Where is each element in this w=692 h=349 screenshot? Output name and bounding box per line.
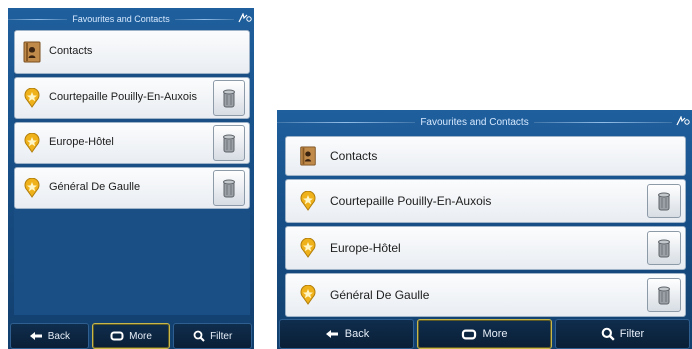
favourites-list: Contacts Courtepaille Pouilly-En-Auxois … bbox=[285, 136, 686, 317]
list-item-favourite[interactable]: Général De Gaulle bbox=[14, 167, 250, 209]
back-button[interactable]: Back bbox=[10, 323, 89, 349]
trash-icon bbox=[223, 89, 235, 108]
favourite-name: Courtepaille Pouilly-En-Auxois bbox=[330, 193, 492, 208]
star-pin-icon bbox=[15, 88, 49, 108]
trash-icon bbox=[658, 239, 670, 258]
delete-button[interactable] bbox=[647, 231, 681, 265]
button-bar: Back More Filter bbox=[8, 323, 254, 349]
more-button[interactable]: More bbox=[417, 319, 552, 349]
list-item-favourite[interactable]: Europe-Hôtel bbox=[14, 122, 250, 164]
back-arrow-icon bbox=[325, 330, 338, 338]
favourite-name: Europe-Hôtel bbox=[330, 240, 401, 255]
portrait-screen: Favourites and Contacts Contacts Courtep… bbox=[8, 8, 254, 349]
trash-icon bbox=[658, 286, 670, 305]
star-pin-icon bbox=[286, 191, 330, 211]
list-item-contacts[interactable]: Contacts bbox=[14, 30, 250, 74]
magnifier-icon bbox=[193, 330, 205, 342]
landscape-screen: Favourites and Contacts Contacts Courtep… bbox=[277, 110, 692, 349]
button-bar: Back More Filter bbox=[277, 319, 692, 349]
title-line-left bbox=[8, 18, 68, 20]
list-item-favourite[interactable]: Général De Gaulle bbox=[285, 273, 686, 317]
star-pin-icon bbox=[286, 285, 330, 305]
back-button[interactable]: Back bbox=[279, 319, 414, 349]
list-item-contacts[interactable]: Contacts bbox=[285, 136, 686, 176]
title-line-left bbox=[277, 121, 416, 123]
more-icon bbox=[110, 331, 124, 341]
favourite-name: Général De Gaulle bbox=[330, 287, 430, 302]
more-label: More bbox=[482, 328, 508, 340]
contacts-label: Contacts bbox=[49, 45, 93, 58]
delete-button[interactable] bbox=[213, 125, 245, 161]
trash-icon bbox=[658, 192, 670, 211]
list-item-favourite[interactable]: Courtepaille Pouilly-En-Auxois bbox=[14, 77, 250, 119]
magnifier-icon bbox=[601, 327, 615, 341]
gps-status-icon bbox=[676, 115, 690, 128]
filter-button[interactable]: Filter bbox=[555, 319, 690, 349]
back-arrow-icon bbox=[29, 332, 42, 340]
favourite-name: Courtepaille Pouilly-En-Auxois bbox=[49, 91, 197, 104]
delete-button[interactable] bbox=[213, 170, 245, 206]
more-button[interactable]: More bbox=[91, 323, 171, 349]
page-title: Favourites and Contacts bbox=[420, 116, 529, 128]
back-label: Back bbox=[344, 328, 370, 340]
trash-icon bbox=[223, 179, 235, 198]
contacts-label: Contacts bbox=[330, 148, 378, 163]
delete-button[interactable] bbox=[647, 184, 681, 218]
favourites-list: Contacts Courtepaille Pouilly-En-Auxois … bbox=[14, 30, 250, 315]
list-item-favourite[interactable]: Courtepaille Pouilly-En-Auxois bbox=[285, 179, 686, 223]
title-bar: Favourites and Contacts bbox=[277, 110, 692, 134]
filter-label: Filter bbox=[619, 328, 645, 340]
address-book-icon bbox=[15, 41, 49, 63]
delete-button[interactable] bbox=[647, 278, 681, 312]
page-title: Favourites and Contacts bbox=[72, 14, 170, 24]
filter-button[interactable]: Filter bbox=[173, 323, 253, 349]
gps-status-icon bbox=[238, 12, 252, 25]
title-line-right bbox=[533, 121, 673, 123]
more-icon bbox=[462, 329, 477, 339]
title-line-right bbox=[174, 18, 234, 20]
title-bar: Favourites and Contacts bbox=[8, 8, 254, 30]
trash-icon bbox=[223, 134, 235, 153]
favourite-name: Général De Gaulle bbox=[49, 181, 141, 194]
more-label: More bbox=[129, 330, 152, 342]
star-pin-icon bbox=[15, 133, 49, 153]
favourite-name: Europe-Hôtel bbox=[49, 136, 114, 149]
list-item-favourite[interactable]: Europe-Hôtel bbox=[285, 226, 686, 270]
address-book-icon bbox=[286, 146, 330, 166]
star-pin-icon bbox=[15, 178, 49, 198]
star-pin-icon bbox=[286, 238, 330, 258]
delete-button[interactable] bbox=[213, 80, 245, 116]
filter-label: Filter bbox=[210, 330, 233, 342]
back-label: Back bbox=[47, 330, 70, 342]
